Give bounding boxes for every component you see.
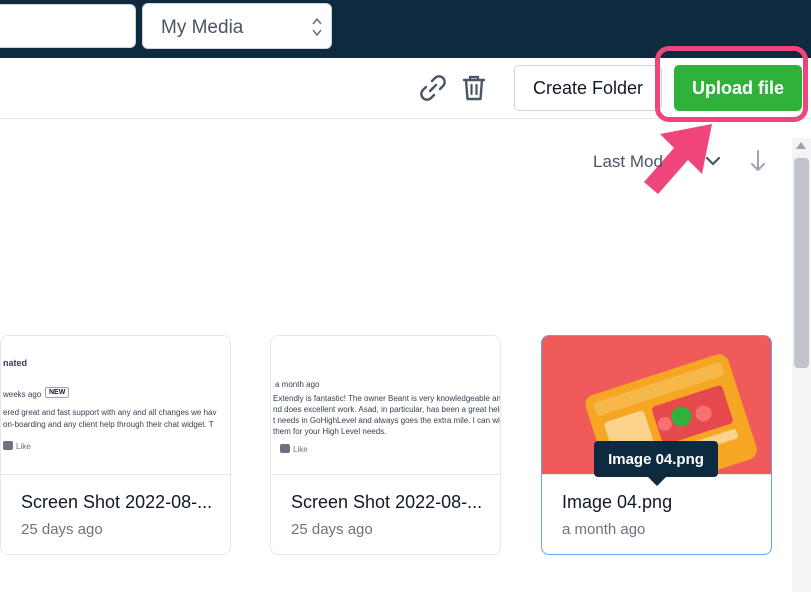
scroll-up-arrow-icon[interactable]: [796, 142, 806, 149]
file-modified-time: a month ago: [562, 521, 646, 538]
like-label: Like: [293, 445, 308, 454]
file-name: Screen Shot 2022-08-...: [21, 492, 213, 512]
file-name: Image 04.png: [562, 492, 673, 512]
file-name-tooltip: Image 04.png: [594, 441, 718, 477]
file-modified-time: 25 days ago: [291, 521, 373, 538]
preview-heading: nated: [3, 358, 28, 368]
new-badge: NEW: [45, 387, 70, 398]
thumbs-up-icon: [280, 444, 290, 453]
sort-direction-arrow-icon[interactable]: [748, 148, 768, 174]
chevron-down-icon[interactable]: [704, 152, 722, 170]
search-input[interactable]: [0, 4, 136, 48]
sort-field-dropdown[interactable]: Last Mod: [593, 152, 663, 172]
preview-text-line: nd does excellent work. Asad, in particu…: [273, 405, 500, 414]
preview-meta: a month ago: [275, 380, 320, 389]
thumbs-up-icon: [3, 441, 13, 450]
scrollbar-thumb[interactable]: [794, 158, 809, 368]
link-icon[interactable]: [417, 72, 449, 104]
preview-text-line: Extendly is fantastic! The owner Beant i…: [273, 394, 500, 403]
preview-text-line: ered great and fast support with any and…: [3, 408, 217, 417]
preview-text-line: t needs in GoHighLevel and always goes t…: [273, 416, 500, 425]
tooltip-pointer: [648, 477, 666, 486]
file-name: Screen Shot 2022-08-...: [291, 492, 483, 512]
media-source-select[interactable]: My Media: [142, 3, 332, 49]
preview-meta: weeks ago: [3, 390, 42, 399]
preview-text-line: them for your High Level needs.: [273, 427, 387, 436]
select-arrows-icon: [312, 17, 322, 37]
file-thumbnail: nated weeks ago NEW ered great and fast …: [1, 336, 230, 475]
media-source-value: My Media: [161, 17, 244, 38]
file-modified-time: 25 days ago: [21, 521, 103, 538]
file-card[interactable]: a month ago Extendly is fantastic! The o…: [270, 335, 501, 555]
preview-like: Like: [280, 444, 308, 454]
file-card[interactable]: nated weeks ago NEW ered great and fast …: [0, 335, 231, 555]
create-folder-button[interactable]: Create Folder: [514, 65, 662, 111]
like-label: Like: [16, 442, 31, 451]
upload-file-button[interactable]: Upload file: [674, 65, 802, 111]
preview-text-line: on-boarding and any client help through …: [3, 420, 214, 429]
file-thumbnail: a month ago Extendly is fantastic! The o…: [271, 336, 500, 475]
trash-icon[interactable]: [458, 72, 490, 104]
preview-like: Like: [3, 441, 31, 451]
